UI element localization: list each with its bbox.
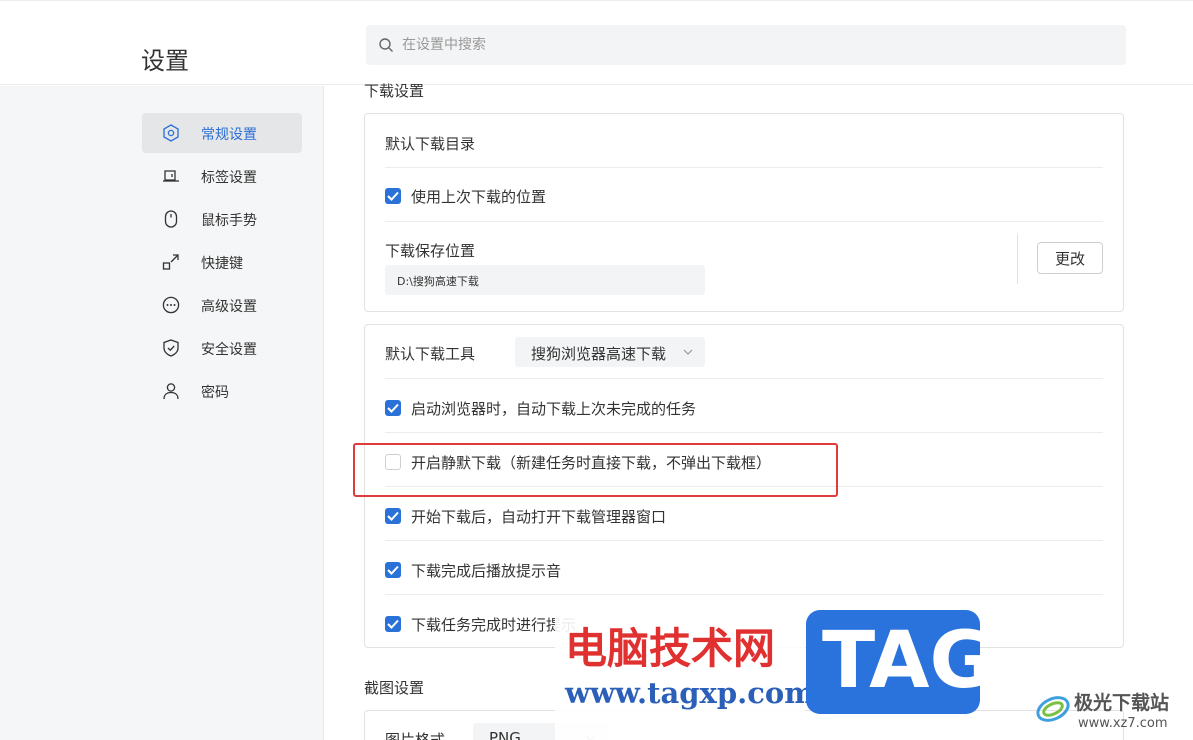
watermark-xz7: 极光下载站 www.xz7.com (1030, 682, 1193, 740)
shortcut-icon (162, 254, 179, 270)
use-last-location-checkbox[interactable] (385, 188, 401, 204)
sidebar-item-label: 鼠标手势 (201, 213, 257, 229)
watermark-tag-logo: TAG (806, 610, 994, 714)
tab-settings-icon (163, 170, 179, 182)
screenshot-section-title: 截图设置 (364, 679, 425, 697)
watermark-tag-text: TAG (822, 616, 994, 706)
sidebar-item-tabs[interactable]: 标签设置 (142, 156, 302, 196)
complete-notify-checkbox[interactable] (385, 616, 401, 632)
sidebar-item-advanced[interactable]: 高级设置 (142, 285, 302, 325)
change-location-button[interactable]: 更改 (1037, 242, 1103, 274)
option-label: 下载任务完成时进行提示 (411, 616, 577, 634)
image-format-value: PNG (489, 729, 521, 740)
search-icon (379, 38, 393, 52)
sidebar-item-mouse-gestures[interactable]: 鼠标手势 (142, 199, 302, 239)
sidebar-item-label: 高级设置 (201, 299, 257, 315)
save-location-label: 下载保存位置 (385, 242, 476, 260)
sidebar-item-label: 快捷键 (201, 256, 243, 272)
search-input[interactable] (402, 25, 1102, 65)
sidebar-item-label: 常规设置 (201, 127, 257, 143)
auto-resume-checkbox[interactable] (385, 400, 401, 416)
sidebar-item-password[interactable]: 密码 (142, 371, 302, 411)
default-tool-value: 搜狗浏览器高速下载 (531, 345, 667, 363)
option-row-play-sound[interactable]: 下载完成后播放提示音 (385, 541, 1103, 595)
top-bar: 设置 (0, 0, 1193, 85)
default-tool-row: 默认下载工具 搜狗浏览器高速下载 (385, 325, 1103, 379)
sidebar-item-label: 密码 (201, 385, 229, 401)
watermark-brand2-name: 极光下载站 (1074, 692, 1170, 714)
play-sound-checkbox[interactable] (385, 562, 401, 578)
page-title: 设置 (141, 47, 189, 75)
aurora-logo-icon (1036, 696, 1070, 722)
download-location-card: 默认下载目录 使用上次下载的位置 下载保存位置 D:\搜狗高速下载 更改 (364, 113, 1124, 312)
highlight-box (353, 443, 838, 497)
user-icon (163, 383, 179, 400)
default-tool-select[interactable]: 搜狗浏览器高速下载 (515, 337, 705, 367)
download-section-title: 下载设置 (364, 82, 425, 100)
watermark-brand2-url: www.xz7.com (1078, 716, 1168, 731)
vertical-divider (1017, 234, 1018, 284)
open-manager-checkbox[interactable] (385, 508, 401, 524)
general-settings-icon (163, 124, 179, 142)
option-label: 启动浏览器时，自动下载上次未完成的任务 (411, 400, 697, 418)
use-last-location-label: 使用上次下载的位置 (411, 188, 547, 206)
watermark-tagxp: 电脑技术网 www.tagxp.com (555, 610, 815, 740)
sidebar-item-label: 标签设置 (201, 170, 257, 186)
sidebar-item-label: 安全设置 (201, 342, 257, 358)
sidebar-item-general[interactable]: 常规设置 (142, 113, 302, 153)
option-row-auto-resume[interactable]: 启动浏览器时，自动下载上次未完成的任务 (385, 379, 1103, 433)
search-box[interactable] (366, 25, 1126, 65)
default-tool-label: 默认下载工具 (385, 345, 476, 363)
save-path-field: D:\搜狗高速下载 (385, 265, 705, 295)
sidebar-item-shortcuts[interactable]: 快捷键 (142, 242, 302, 282)
watermark-site-name: 电脑技术网 (565, 624, 776, 673)
shield-icon (163, 339, 179, 357)
save-path-value: D:\搜狗高速下载 (397, 275, 479, 288)
more-icon (162, 296, 180, 314)
sidebar-item-security[interactable]: 安全设置 (142, 328, 302, 368)
option-label: 下载完成后播放提示音 (411, 562, 562, 580)
option-label: 开始下载后，自动打开下载管理器窗口 (411, 508, 667, 526)
watermark-site-url: www.tagxp.com (565, 676, 815, 710)
image-format-label: 图片格式 (385, 731, 446, 740)
use-last-location-row[interactable]: 使用上次下载的位置 (385, 168, 1103, 222)
mouse-icon (164, 210, 178, 228)
default-dir-label: 默认下载目录 (385, 135, 476, 153)
chevron-down-icon (683, 349, 693, 355)
